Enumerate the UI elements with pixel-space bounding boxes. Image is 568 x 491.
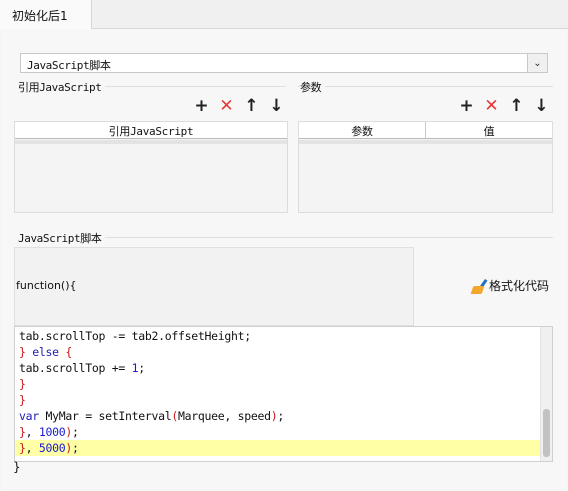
code-line-active[interactable]: }, 5000); (15, 440, 540, 456)
column-header-reference[interactable]: 引用JavaScript (15, 122, 287, 138)
script-type-value: JavaScript脚本 (27, 59, 111, 72)
code-line[interactable]: }, 1000); (15, 424, 540, 440)
delete-x-icon[interactable]: ✕ (217, 96, 236, 116)
params-toolbar: + ✕ ↑ ↓ (457, 96, 551, 116)
arrow-up-icon[interactable]: ↑ (507, 96, 526, 116)
broom-icon (470, 278, 488, 294)
format-code-label: 格式化代码 (489, 279, 550, 293)
tab-init-after[interactable]: 初始化后1 (0, 0, 92, 30)
script-group-label: JavaScript脚本 (18, 230, 106, 246)
code-line[interactable]: tab.scrollTop += 1; (15, 360, 540, 376)
params-divider (298, 86, 553, 87)
function-header: function(){ (16, 279, 77, 292)
params-grid[interactable]: 参数 值 (298, 121, 553, 213)
code-line[interactable]: var MyMar = setInterval(Marquee, speed); (15, 408, 540, 424)
params-group-label: 参数 (300, 79, 326, 95)
function-closing-brace: } (13, 460, 21, 474)
scroll-thumb[interactable] (543, 409, 550, 457)
params-grid-header: 参数 值 (299, 122, 552, 139)
code-line[interactable]: } (15, 376, 540, 392)
code-line[interactable]: } else { (15, 344, 540, 360)
column-header-value[interactable]: 值 (426, 122, 552, 138)
references-grid[interactable]: 引用JavaScript (14, 121, 288, 213)
grid-separator (299, 140, 552, 144)
script-type-select[interactable]: JavaScript脚本 ⌄ (20, 53, 548, 73)
function-header-box: function(){ (14, 247, 414, 326)
code-editor[interactable]: tab.scrollTop -= tab2.offsetHeight; } el… (14, 326, 553, 462)
code-line[interactable]: tab.scrollTop -= tab2.offsetHeight; (15, 328, 540, 344)
chevron-down-icon[interactable]: ⌄ (527, 54, 547, 72)
code-line[interactable]: } (15, 392, 540, 408)
format-code-button[interactable]: 格式化代码 (470, 277, 550, 294)
references-toolbar: + ✕ ↑ ↓ (192, 96, 286, 116)
editor-scrollbar[interactable] (540, 327, 552, 461)
delete-x-icon[interactable]: ✕ (482, 96, 501, 116)
plus-icon[interactable]: + (192, 96, 211, 116)
references-group-label: 引用JavaScript (18, 79, 106, 95)
grid-separator (15, 140, 287, 144)
column-header-param[interactable]: 参数 (299, 122, 426, 138)
tab-bar: 初始化后1 (0, 0, 568, 30)
references-grid-header: 引用JavaScript (15, 122, 287, 139)
arrow-down-icon[interactable]: ↓ (532, 96, 551, 116)
arrow-down-icon[interactable]: ↓ (267, 96, 286, 116)
plus-icon[interactable]: + (457, 96, 476, 116)
arrow-up-icon[interactable]: ↑ (242, 96, 261, 116)
